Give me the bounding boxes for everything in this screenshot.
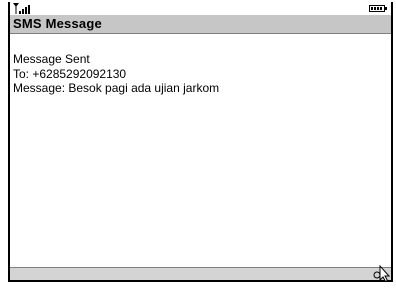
page-title: SMS Message: [13, 16, 102, 31]
soft-key-bar[interactable]: [10, 264, 391, 282]
battery-icon: [369, 5, 387, 12]
message-status: Message Sent: [13, 52, 90, 66]
status-bar: [10, 2, 391, 15]
phone-screen: SMS Message Message Sent To: +6285292092…: [8, 2, 393, 282]
message-body: Message: Besok pagi ada ujian jarkom: [13, 81, 220, 95]
antenna-signal-icon: [13, 3, 30, 14]
message-recipient: To: +6285292092130: [13, 66, 127, 81]
title-bar: SMS Message: [10, 15, 391, 34]
message-content: Message Sent To: +6285292092130 Message:…: [13, 52, 387, 96]
mouse-pointer-icon: [373, 264, 391, 282]
